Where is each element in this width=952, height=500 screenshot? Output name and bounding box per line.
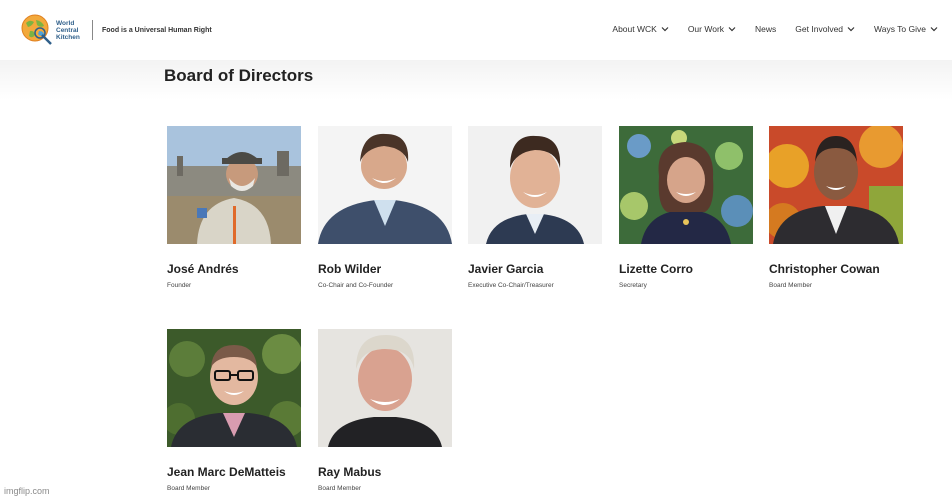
director-card[interactable]: José Andrés Founder: [167, 126, 301, 289]
director-photo[interactable]: [167, 329, 301, 447]
director-card[interactable]: Ray Mabus Board Member: [318, 329, 452, 492]
nav-ways-to-give[interactable]: Ways To Give: [874, 24, 938, 34]
tagline: Food is a Universal Human Right: [102, 26, 212, 34]
director-card[interactable]: Jean Marc DeMatteis Board Member: [167, 329, 301, 492]
nav-get-involved[interactable]: Get Involved: [795, 24, 855, 34]
director-photo[interactable]: [318, 126, 452, 244]
director-role: Board Member: [167, 485, 210, 492]
director-name: Jean Marc DeMatteis: [167, 465, 286, 479]
chevron-down-icon: [728, 27, 736, 32]
nav-label: News: [755, 24, 777, 34]
nav-label: Our Work: [687, 24, 725, 34]
chevron-down-icon: [930, 27, 938, 32]
director-name: Christopher Cowan: [769, 262, 880, 276]
chevron-down-icon: [847, 27, 855, 32]
director-role: Co-Chair and Co-Founder: [318, 282, 394, 289]
director-card[interactable]: Lizette Corro Secretary: [619, 126, 753, 289]
director-card[interactable]: Christopher Cowan Board Member: [769, 126, 903, 289]
director-name: Rob Wilder: [318, 262, 382, 276]
director-name: Javier Garcia: [468, 262, 544, 276]
director-role: Board Member: [769, 282, 812, 289]
director-card[interactable]: Javier Garcia Executive Co-Chair/Treasur…: [468, 126, 602, 289]
logo-divider: [92, 20, 93, 40]
director-photo[interactable]: [769, 126, 903, 244]
director-role: Executive Co-Chair/Treasurer: [468, 282, 554, 289]
director-name: Lizette Corro: [619, 262, 694, 276]
director-photo[interactable]: [468, 126, 602, 244]
nav-our-work[interactable]: Our Work: [688, 24, 736, 34]
nav-news[interactable]: News: [755, 24, 776, 34]
logo-word: World: [56, 19, 75, 27]
header-shadow: [0, 60, 952, 100]
nav-about-wck[interactable]: About WCK: [612, 24, 669, 34]
imgflip-watermark: imgflip.com: [4, 486, 50, 496]
logo-wordmark: World Central Kitchen: [56, 20, 86, 41]
site-header: World Central Kitchen Food is a Universa…: [0, 0, 952, 60]
nav-label: Ways To Give: [874, 24, 926, 34]
logo-word: Kitchen: [56, 33, 80, 41]
director-role: Secretary: [619, 282, 647, 289]
main-nav: About WCK Our Work News Get Involved Way…: [593, 24, 938, 34]
director-role: Founder: [167, 282, 192, 289]
director-card[interactable]: Rob Wilder Co-Chair and Co-Founder: [318, 126, 452, 289]
chevron-down-icon: [661, 27, 669, 32]
director-name: José Andrés: [167, 262, 239, 276]
page-title: Board of Directors: [164, 66, 314, 85]
director-photo[interactable]: [318, 329, 452, 447]
director-photo[interactable]: [619, 126, 753, 244]
nav-label: Get Involved: [795, 24, 844, 34]
director-photo[interactable]: [167, 126, 301, 244]
logo-word: Central: [56, 26, 79, 34]
director-name: Ray Mabus: [318, 465, 382, 479]
nav-label: About WCK: [612, 24, 657, 34]
globe-logo-icon: [21, 14, 52, 45]
director-role: Board Member: [318, 485, 361, 492]
wck-logo[interactable]: World Central Kitchen Food is a Universa…: [20, 13, 212, 47]
